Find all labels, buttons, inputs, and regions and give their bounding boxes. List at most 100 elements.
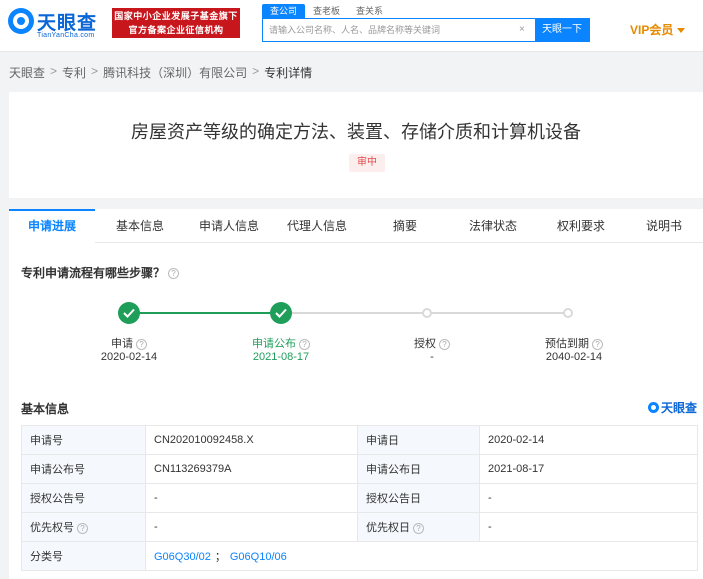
step-label-text: 申请 (111, 338, 133, 350)
table-value: 2021-08-17 (479, 454, 698, 484)
breadcrumb-separator: > (50, 64, 58, 78)
process-question-text: 专利申请流程有哪些步骤？ (21, 266, 166, 280)
check-icon (275, 308, 287, 318)
search-input[interactable] (263, 19, 535, 41)
clear-icon[interactable]: × (519, 24, 525, 35)
classification-codes: G06Q30/02； G06Q10/06 (145, 541, 698, 571)
tab-legal-status[interactable]: 法律状态 (449, 209, 537, 243)
breadcrumb-patent[interactable]: 专利 (62, 64, 86, 81)
table-label: 授权公告日 (357, 483, 480, 513)
class-code-separator: ； (214, 551, 226, 563)
step-pending-node (563, 308, 573, 318)
table-row: 申请号 CN202010092458.X 申请日 2020-02-14 (21, 425, 698, 455)
patent-title: 房屋资产等级的确定方法、装置、存储介质和计算机设备 (131, 122, 581, 142)
search-tab-boss[interactable]: 查老板 (305, 4, 348, 18)
search-type-tabs: 查公司 查老板 查关系 (262, 4, 391, 18)
table-value: - (145, 483, 358, 513)
step-date-publish: 2021-08-17 (252, 351, 310, 363)
tab-basic-info[interactable]: 基本信息 (95, 209, 185, 243)
help-icon[interactable]: ? (168, 268, 180, 280)
check-icon (123, 308, 135, 318)
top-header: 天眼查 TianYanCha.com 国家中小企业发展子基金旗下 官方备案企业征… (0, 0, 703, 52)
tab-progress[interactable]: 申请进展 (9, 209, 95, 243)
vip-member-menu[interactable]: VIP会员 (630, 21, 686, 38)
class-code-link[interactable]: G06Q10/06 (230, 551, 287, 563)
step-date-grant: - (430, 351, 434, 363)
breadcrumb-home[interactable]: 天眼查 (9, 64, 45, 81)
logo-subtext: TianYanCha.com (37, 32, 95, 39)
breadcrumb-company[interactable]: 腾讯科技（深圳）有限公司 (103, 64, 247, 81)
logo-eye-icon (647, 402, 659, 413)
detail-tabs: 申请进展 基本信息 申请人信息 代理人信息 摘要 法律状态 权利要求 说明书 (9, 209, 703, 243)
help-icon[interactable]: ? (439, 338, 450, 350)
table-label: 申请公布号 (21, 454, 146, 484)
help-icon[interactable]: ? (592, 338, 603, 350)
official-badge: 国家中小企业发展子基金旗下 官方备案企业征信机构 (112, 8, 240, 38)
table-value: CN202010092458.X (145, 425, 358, 455)
step-done-node (118, 302, 140, 324)
badge-line-1: 国家中小企业发展子基金旗下 (114, 11, 238, 21)
tab-applicant[interactable]: 申请人信息 (185, 209, 273, 243)
class-code-link[interactable]: G06Q30/02 (154, 551, 211, 563)
table-row: 分类号 G06Q30/02； G06Q10/06 (21, 541, 698, 571)
step-label-text: 预估到期 (545, 338, 589, 350)
step-done-node (270, 302, 292, 324)
search-button[interactable]: 天眼一下 (535, 19, 589, 41)
vip-label: VIP会员 (630, 23, 674, 37)
search-box: × 天眼一下 (262, 18, 590, 42)
step-date-apply: 2020-02-14 (100, 351, 158, 363)
table-label: 申请公布日 (357, 454, 480, 484)
help-icon[interactable]: ? (77, 522, 88, 534)
table-label: 申请号 (21, 425, 146, 455)
timeline-line-done (129, 312, 281, 314)
basic-info-title: 基本信息 (21, 402, 70, 416)
table-row: 申请公布号 CN113269379A 申请公布日 2021-08-17 (21, 454, 698, 484)
table-value: - (145, 512, 358, 542)
table-value: - (479, 512, 698, 542)
step-label-apply: 申请? (69, 335, 189, 351)
label-text: 优先权号 (30, 522, 74, 534)
logo-eye-icon (8, 8, 34, 34)
table-row: 授权公告号 - 授权公告日 - (21, 483, 698, 513)
tab-agent[interactable]: 代理人信息 (273, 209, 361, 243)
process-question: 专利申请流程有哪些步骤？? (21, 264, 180, 281)
search-tab-relation[interactable]: 查关系 (348, 4, 391, 18)
label-text: 优先权日 (366, 522, 410, 534)
breadcrumb-separator: > (91, 64, 99, 78)
brand-text: 天眼查 (660, 401, 697, 415)
basic-info-table: 申请号 CN202010092458.X 申请日 2020-02-14 申请公布… (21, 425, 698, 571)
table-value: CN113269379A (145, 454, 358, 484)
table-value: - (479, 483, 698, 513)
logo-text: 天眼查 (37, 13, 98, 34)
table-label: 申请日 (357, 425, 480, 455)
patent-detail-card: 申请进展 基本信息 申请人信息 代理人信息 摘要 法律状态 权利要求 说明书 专… (9, 209, 703, 579)
table-label: 授权公告号 (21, 483, 146, 513)
help-icon[interactable]: ? (136, 338, 147, 350)
step-date-expiry: 2040-02-14 (545, 351, 603, 363)
step-label-publish: 申请公布? (221, 335, 341, 351)
step-label-text: 申请公布 (252, 338, 296, 350)
tab-abstract[interactable]: 摘要 (361, 209, 449, 243)
tianyancha-logo[interactable]: 天眼查 TianYanCha.com (8, 8, 106, 42)
help-icon[interactable]: ? (413, 522, 424, 534)
step-label-grant: 授权? (372, 335, 492, 351)
table-label: 分类号 (21, 541, 146, 571)
step-pending-node (422, 308, 432, 318)
help-icon[interactable]: ? (299, 338, 310, 350)
table-label-priority: 优先权号? (21, 512, 146, 542)
step-label-expiry: 预估到期? (514, 335, 634, 351)
breadcrumb-separator: > (252, 64, 260, 78)
patent-title-card: 房屋资产等级的确定方法、装置、存储介质和计算机设备 审中 (9, 92, 703, 198)
caret-down-icon (677, 28, 686, 34)
breadcrumb-current: 专利详情 (264, 66, 313, 80)
breadcrumb: 天眼查 > 专利 > 腾讯科技（深圳）有限公司 > 专利详情 (9, 64, 312, 81)
tab-description[interactable]: 说明书 (625, 209, 703, 243)
search-tab-company[interactable]: 查公司 (262, 4, 306, 18)
badge-line-2: 官方备案企业征信机构 (128, 25, 224, 35)
table-label-priority-date: 优先权日? (357, 512, 480, 542)
table-value: 2020-02-14 (479, 425, 698, 455)
status-badge: 审中 (349, 154, 385, 172)
step-label-text: 授权 (414, 338, 436, 350)
tab-claims[interactable]: 权利要求 (537, 209, 625, 243)
progress-timeline: 申请? 2020-02-14 申请公布? 2021-08-17 授权? - 预估… (9, 299, 703, 369)
